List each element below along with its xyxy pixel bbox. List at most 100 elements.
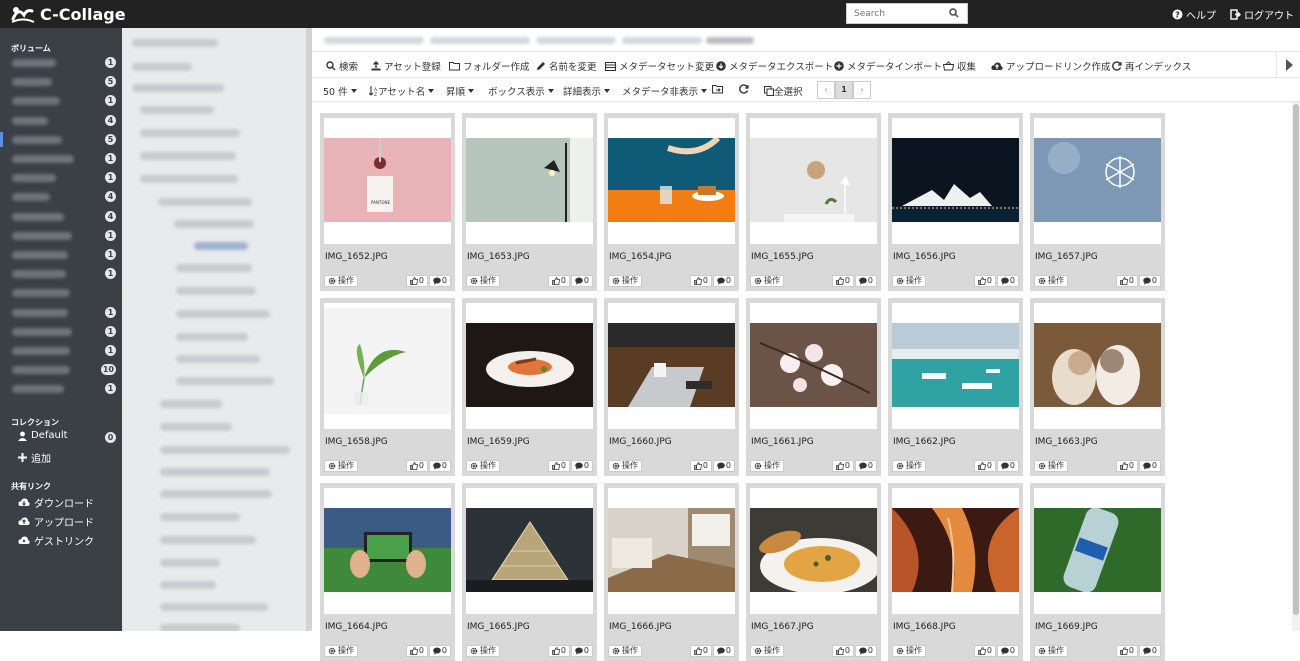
asset-filename[interactable]: IMG_1658.JPG [325,437,388,447]
asset-operation-button[interactable]: 操作 [324,459,358,472]
asset-card[interactable]: IMG_1656.JPG 操作 0 0 [888,113,1023,291]
asset-operation-button[interactable]: 操作 [608,459,642,472]
asset-card[interactable]: IMG_1657.JPG 操作 0 0 [1030,113,1165,291]
asset-thumbnail[interactable] [750,508,877,592]
asset-thumbnail[interactable] [466,323,593,407]
asset-comment-button[interactable]: 0 [570,274,593,287]
asset-operation-button[interactable]: 操作 [892,274,926,287]
tree-node[interactable] [140,152,236,160]
asset-comment-button[interactable]: 0 [996,274,1019,287]
tree-node[interactable] [160,581,216,589]
volume-item[interactable]: 4 [0,111,122,130]
asset-thumbnail-frame[interactable] [892,488,1019,614]
asset-like-button[interactable]: 0 [831,274,854,287]
toolbar-scroll-right-button[interactable] [1276,52,1300,78]
asset-card[interactable]: IMG_1659.JPG 操作 0 0 [462,298,597,476]
volume-item[interactable]: 1 [0,341,122,360]
breadcrumb-item[interactable] [536,37,616,44]
asset-thumbnail-frame[interactable]: PANTONE [324,118,451,244]
tree-node[interactable] [176,264,252,272]
tree-node[interactable] [158,198,252,206]
asset-thumbnail[interactable] [750,138,877,222]
asset-card[interactable]: IMG_1663.JPG 操作 0 0 [1030,298,1165,476]
tree-node[interactable] [160,423,232,431]
asset-like-button[interactable]: 0 [689,644,712,657]
tree-node[interactable] [140,175,238,183]
folder-create-button[interactable]: フォルダー作成 [449,59,530,73]
asset-comment-button[interactable]: 0 [996,644,1019,657]
tree-node[interactable] [176,310,270,318]
asset-operation-button[interactable]: 操作 [750,274,784,287]
asset-like-button[interactable]: 0 [689,459,712,472]
asset-thumbnail[interactable] [324,308,451,414]
asset-like-button[interactable]: 0 [1115,644,1138,657]
asset-thumbnail-frame[interactable] [608,488,735,614]
asset-card[interactable]: IMG_1655.JPG 操作 0 0 [746,113,881,291]
asset-thumbnail-frame[interactable] [608,303,735,429]
metadata-import-button[interactable]: メタデータインポート [834,59,942,73]
tree-node[interactable] [160,559,220,567]
asset-card[interactable]: IMG_1654.JPG 操作 0 0 [604,113,739,291]
asset-filename[interactable]: IMG_1654.JPG [609,252,672,262]
search-icon[interactable] [949,8,959,18]
tree-node[interactable] [160,468,270,476]
select-all-button[interactable]: 全選択 [764,84,803,98]
asset-thumbnail-frame[interactable] [324,303,451,429]
asset-card[interactable]: IMG_1667.JPG 操作 0 0 [746,483,881,661]
asset-thumbnail[interactable] [892,138,1019,222]
asset-thumbnail[interactable]: PANTONE [324,138,451,222]
page-prev-button[interactable]: ‹ [817,81,835,99]
asset-like-button[interactable]: 0 [973,274,996,287]
asset-like-button[interactable]: 0 [405,644,428,657]
asset-comment-button[interactable]: 0 [712,274,735,287]
tree-node[interactable] [176,287,256,295]
asset-filename[interactable]: IMG_1652.JPG [325,252,388,262]
volume-item[interactable]: 1 [0,303,122,322]
breadcrumb-item[interactable] [622,37,702,44]
asset-thumbnail[interactable] [750,323,877,407]
asset-filename[interactable]: IMG_1661.JPG [751,437,814,447]
volume-item[interactable]: 1 [0,264,122,283]
volume-item[interactable]: 4 [0,207,122,226]
asset-operation-button[interactable]: 操作 [608,644,642,657]
asset-filename[interactable]: IMG_1656.JPG [893,252,956,262]
asset-thumbnail-frame[interactable] [892,118,1019,244]
search-input[interactable] [847,4,943,23]
volume-item[interactable]: 1 [0,226,122,245]
asset-comment-button[interactable]: 0 [428,274,451,287]
asset-comment-button[interactable]: 0 [854,459,877,472]
asset-like-button[interactable]: 0 [689,274,712,287]
asset-thumbnail[interactable] [892,508,1019,592]
share-download-link[interactable]: ダウンロード [18,495,94,510]
collect-button[interactable]: 収集 [943,59,976,73]
asset-comment-button[interactable]: 0 [996,459,1019,472]
app-logo[interactable]: C-Collage [10,4,126,24]
asset-filename[interactable]: IMG_1657.JPG [1035,252,1098,262]
collection-add-button[interactable]: 追加 [18,450,51,465]
asset-card[interactable]: IMG_1664.JPG 操作 0 0 [320,483,455,661]
volume-item[interactable]: 1 [0,168,122,187]
page-next-button[interactable]: › [853,81,871,99]
asset-operation-button[interactable]: 操作 [1034,644,1068,657]
asset-like-button[interactable]: 0 [547,274,570,287]
asset-operation-button[interactable]: 操作 [892,644,926,657]
asset-like-button[interactable]: 0 [831,459,854,472]
asset-thumbnail-frame[interactable] [466,118,593,244]
tree-node[interactable] [176,355,260,363]
asset-operation-button[interactable]: 操作 [466,274,500,287]
asset-card[interactable]: IMG_1668.JPG 操作 0 0 [888,483,1023,661]
metadata-export-button[interactable]: メタデータエクスポート [716,59,833,73]
asset-comment-button[interactable]: 0 [428,459,451,472]
upload-link-button[interactable]: アップロードリンク作成 [991,59,1111,73]
asset-like-button[interactable]: 0 [405,459,428,472]
tree-node[interactable] [140,129,240,137]
volume-item[interactable]: 5 [0,72,122,91]
volume-item[interactable] [0,283,122,302]
asset-operation-button[interactable]: 操作 [1034,274,1068,287]
reindex-button[interactable]: 再インデックス [1112,59,1191,73]
volume-item[interactable]: 5 [0,130,122,149]
asset-thumbnail-frame[interactable] [608,118,735,244]
tree-node[interactable] [132,84,224,92]
search-button[interactable]: 検索 [326,59,358,73]
tree-node[interactable] [160,446,290,454]
